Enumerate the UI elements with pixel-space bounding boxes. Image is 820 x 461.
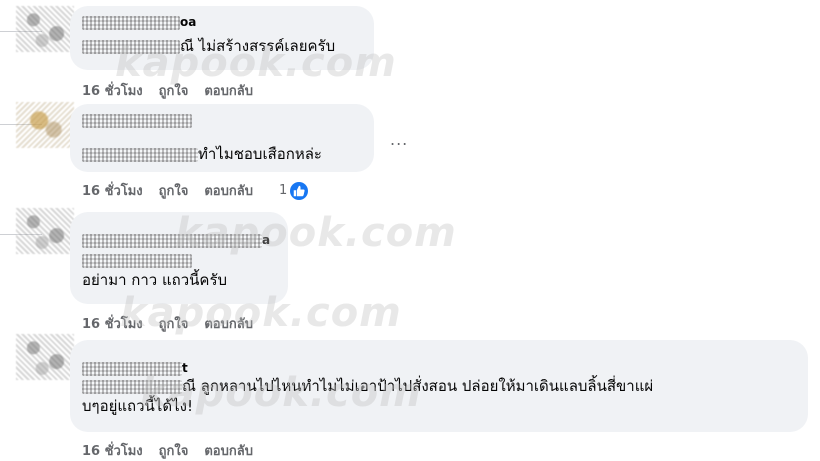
redacted-text — [82, 39, 180, 54]
comment-bubble: a อย่ามา กาว แถวนี้ครับ — [70, 212, 288, 304]
comment-body: ณี ไม่สร้างสรรค์เลยครับ — [180, 37, 336, 55]
redacted-text — [82, 379, 182, 394]
comment-author[interactable]: oa — [82, 14, 362, 30]
timestamp[interactable]: 16 ชั่วโมง — [82, 180, 143, 201]
comment-author[interactable]: a — [82, 232, 276, 248]
comment-text-line1 — [82, 250, 276, 270]
comment-body: ณี ลูกหลานไปไหนทำไมไม่เอาป้าไปสั่งสอน ปล… — [182, 377, 654, 395]
avatar[interactable] — [16, 208, 74, 254]
comment-author[interactable]: t — [82, 360, 796, 376]
comment-author[interactable] — [82, 112, 362, 128]
avatar[interactable] — [16, 334, 74, 380]
timestamp[interactable]: 16 ชั่วโมง — [82, 313, 143, 334]
like-count-value: 1 — [278, 183, 288, 198]
reply-button[interactable]: ตอบกลับ — [204, 80, 253, 101]
redacted-text — [82, 253, 192, 268]
like-button[interactable]: ถูกใจ — [159, 80, 189, 101]
reply-button[interactable]: ตอบกลับ — [204, 180, 253, 201]
comment-text: ทำไมชอบเสือกหล่ะ — [82, 144, 362, 164]
redacted-author — [82, 233, 262, 248]
timestamp[interactable]: 16 ชั่วโมง — [82, 80, 143, 101]
more-options-icon[interactable]: ... — [390, 130, 408, 149]
like-button[interactable]: ถูกใจ — [159, 180, 189, 201]
author-name: t — [182, 361, 188, 375]
redacted-author — [82, 113, 192, 128]
comment-actions: 16 ชั่วโมง ถูกใจ ตอบกลับ — [82, 80, 253, 101]
comment-text: ณี ไม่สร้างสรรค์เลยครับ — [82, 36, 362, 56]
comment-text-line1: ณี ลูกหลานไปไหนทำไมไม่เอาป้าไปสั่งสอน ปล… — [82, 376, 796, 396]
avatar[interactable] — [16, 102, 74, 148]
avatar[interactable] — [16, 6, 74, 52]
author-name: oa — [180, 15, 197, 29]
comment-actions: 16 ชั่วโมง ถูกใจ ตอบกลับ — [82, 313, 253, 334]
comment-text-line2: อย่ามา กาว แถวนี้ครับ — [82, 271, 228, 289]
reply-button[interactable]: ตอบกลับ — [204, 313, 253, 334]
comment-bubble: ทำไมชอบเสือกหล่ะ — [70, 104, 374, 172]
thumbs-up-icon — [290, 181, 309, 200]
comment-bubble: t ณี ลูกหลานไปไหนทำไมไม่เอาป้าไปสั่งสอน … — [70, 340, 808, 432]
like-button[interactable]: ถูกใจ — [159, 313, 189, 334]
comment-actions: 16 ชั่วโมง ถูกใจ ตอบกลับ 1 — [82, 180, 309, 201]
author-name: a — [262, 233, 271, 247]
redacted-author — [82, 361, 182, 376]
comment-body: ทำไมชอบเสือกหล่ะ — [198, 145, 322, 163]
redacted-text — [82, 147, 198, 162]
comment-text-line2: บๆอยู่แถวนี้ได้ไง! — [82, 397, 193, 415]
redacted-author — [82, 15, 180, 30]
comment-bubble: oa ณี ไม่สร้างสรรค์เลยครับ — [70, 6, 374, 70]
reaction-count[interactable]: 1 — [278, 181, 309, 200]
